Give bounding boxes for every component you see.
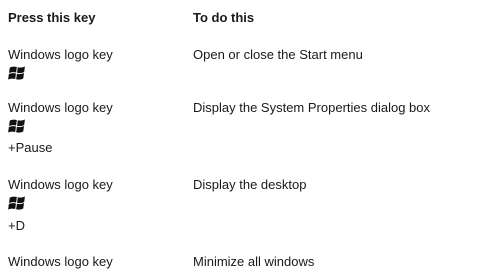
row-4-key-text: Windows logo key	[8, 254, 113, 269]
windows-logo-icon	[8, 66, 25, 81]
column-header-action: To do this	[193, 10, 255, 25]
row-1-action: Open or close the Start menu	[193, 47, 363, 62]
row-3-key-suffix: +D	[8, 218, 25, 233]
windows-logo-icon	[8, 196, 25, 211]
windows-logo-icon	[8, 119, 25, 134]
row-2-key-suffix: +Pause	[8, 140, 53, 155]
row-2-action: Display the System Properties dialog box	[193, 100, 431, 115]
column-header-key: Press this key	[8, 10, 96, 25]
row-2-key-text: Windows logo key	[8, 100, 113, 115]
row-3-key-text: Windows logo key	[8, 177, 113, 192]
row-4-action: Minimize all windows	[193, 254, 315, 269]
row-1-key-text: Windows logo key	[8, 47, 113, 62]
row-3-action: Display the desktop	[193, 177, 307, 192]
